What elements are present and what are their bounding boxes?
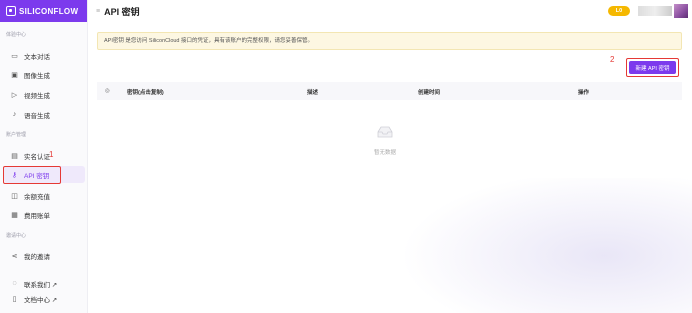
annotation-number-2: 2 <box>610 55 615 64</box>
sidebar-item-docs[interactable]: ▯ 文档中心 ↗ <box>4 290 85 307</box>
empty-state-text: 暂无数据 <box>373 150 396 156</box>
mic-icon: ♪ <box>12 111 17 118</box>
sidebar-item-audio-gen[interactable]: ♪ 语音生成 <box>4 106 85 123</box>
level-badge[interactable]: L0 <box>608 6 630 16</box>
eye-icon[interactable]: ◎ <box>105 88 110 94</box>
section-title-account: 账户管理 <box>6 132 27 138</box>
section-title-experience: 体验中心 <box>6 32 27 38</box>
sidebar-item-invites[interactable]: ⋖ 我的邀请 <box>4 247 85 264</box>
logo-text: SILICONFLOW <box>19 6 79 16</box>
wallet-icon: ◫ <box>11 192 18 200</box>
column-header-key: 密钥(点击复制) <box>127 90 164 96</box>
column-header-created: 创建时间 <box>418 90 441 96</box>
sidebar-item-label: 实名认证 <box>24 153 50 161</box>
chat-icon: ▭ <box>11 52 18 60</box>
sidebar-item-label: 图像生成 <box>24 72 50 80</box>
sidebar-item-billing[interactable]: ▦ 费用账单 <box>4 206 85 223</box>
notice-text: API密钥 是您访问 SiliconCloud 接口的凭证，具有该账户的完整权限… <box>104 38 314 44</box>
sidebar-item-recharge[interactable]: ◫ 余额充值 <box>4 187 85 204</box>
doc-icon: ▯ <box>12 295 17 303</box>
sidebar-item-video-gen[interactable]: ▷ 视频生成 <box>4 86 85 103</box>
sidebar: SILICONFLOW 体验中心 ▭ 文本对话 ▣ 图像生成 ▷ 视频生成 ♪ … <box>0 0 88 313</box>
share-icon: ⋖ <box>11 252 18 260</box>
menu-icon[interactable]: ≡ <box>96 8 100 15</box>
bill-icon: ▦ <box>11 211 18 219</box>
sidebar-item-image-gen[interactable]: ▣ 图像生成 <box>4 66 85 83</box>
annotation-number-1: 1 <box>49 150 54 159</box>
video-icon: ▷ <box>11 91 18 99</box>
sidebar-item-label: 语音生成 <box>24 112 50 120</box>
column-header-description: 描述 <box>307 90 319 96</box>
id-card-icon: ▤ <box>11 152 18 160</box>
logo[interactable]: SILICONFLOW <box>0 0 87 22</box>
column-header-actions: 操作 <box>578 90 590 96</box>
sidebar-item-text-chat[interactable]: ▭ 文本对话 <box>4 47 85 64</box>
section-title-invite: 邀请中心 <box>6 233 27 239</box>
sidebar-item-label: 余额充值 <box>24 193 50 201</box>
header: ≡ API 密钥 <box>88 0 692 22</box>
table-header: ◎ 密钥(点击复制) 描述 创建时间 操作 <box>97 82 682 100</box>
contact-icon: ◌ <box>12 280 17 287</box>
user-name[interactable] <box>638 6 672 16</box>
sidebar-item-label: 文本对话 <box>24 53 50 61</box>
background-glow <box>400 170 692 313</box>
image-icon: ▣ <box>11 71 18 79</box>
api-keys-table: ◎ 密钥(点击复制) 描述 创建时间 操作 暂无数据 <box>97 82 682 178</box>
sidebar-item-label: 文档中心 ↗ <box>24 296 58 304</box>
sidebar-item-label: 费用账单 <box>24 212 50 220</box>
sidebar-item-verification[interactable]: ▤ 实名认证 <box>4 147 85 164</box>
level-badge-text: L0 <box>615 8 623 14</box>
sidebar-item-label: 我的邀请 <box>24 253 50 261</box>
sidebar-item-label: 联系我们 ↗ <box>24 281 58 289</box>
page-title: API 密钥 <box>104 6 140 17</box>
create-api-key-button[interactable]: 新建 API 密钥 <box>629 61 676 74</box>
logo-icon <box>6 6 16 16</box>
sidebar-item-label: 视频生成 <box>24 92 50 100</box>
avatar[interactable] <box>674 4 688 18</box>
notice-banner: API密钥 是您访问 SiliconCloud 接口的凭证，具有该账户的完整权限… <box>97 32 682 50</box>
empty-inbox-icon <box>377 126 393 138</box>
annotation-box-1 <box>3 166 61 184</box>
